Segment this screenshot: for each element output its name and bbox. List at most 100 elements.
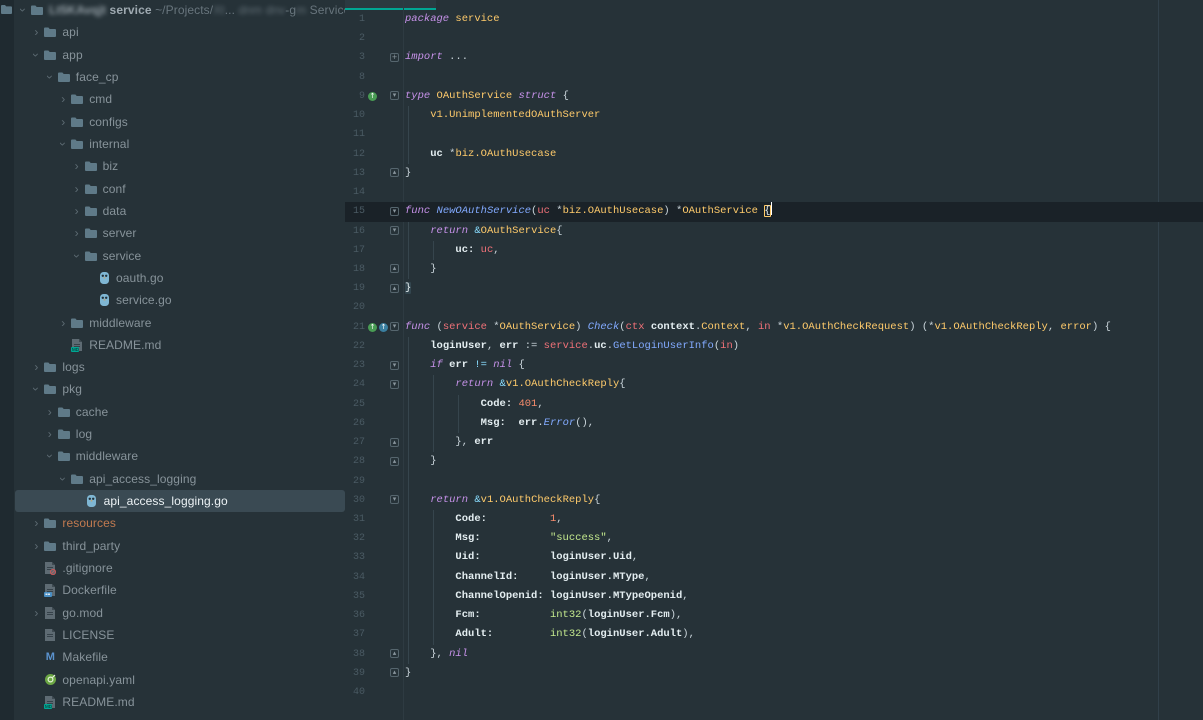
fold-marker-icon[interactable]: ▾ [390, 91, 399, 100]
line-number-39[interactable]: 39 [345, 664, 365, 683]
code-line-9[interactable]: 9↑▾type OAuthService struct { [345, 87, 1203, 106]
line-number-21[interactable]: 21 [345, 318, 365, 337]
line-number-26[interactable]: 26 [345, 414, 365, 433]
line-number-1[interactable]: 1 [345, 10, 365, 29]
sidebar-item-dockerfile[interactable]: ›Dockerfile [14, 579, 345, 601]
line-number-30[interactable]: 30 [345, 491, 365, 510]
line-number-28[interactable]: 28 [345, 452, 365, 471]
code-line-18[interactable]: 18▴ } [345, 260, 1203, 279]
fold-marker-icon[interactable]: ▴ [390, 168, 399, 177]
chevron-down-icon[interactable]: › [71, 250, 83, 262]
fold-marker-icon[interactable]: ▴ [390, 668, 399, 677]
fold-marker-icon[interactable]: ▴ [390, 649, 399, 658]
chevron-down-icon[interactable]: › [44, 71, 56, 83]
line-number-18[interactable]: 18 [345, 260, 365, 279]
code-line-10[interactable]: 10 v1.UnimplementedOAuthServer [345, 106, 1203, 125]
sidebar-item-face_cp[interactable]: ›face_cp [14, 66, 345, 88]
chevron-down-icon[interactable]: › [30, 49, 42, 61]
code-line-8[interactable]: 8 [345, 68, 1203, 87]
code-line-27[interactable]: 27▴ }, err [345, 433, 1203, 452]
line-number-14[interactable]: 14 [345, 183, 365, 202]
chevron-down-icon[interactable]: › [57, 138, 69, 150]
active-tab-indicator[interactable] [345, 0, 436, 10]
line-number-16[interactable]: 16 [345, 222, 365, 241]
line-number-19[interactable]: 19 [345, 279, 365, 298]
sidebar-item-biz[interactable]: ›biz [14, 155, 345, 177]
sidebar-item-internal[interactable]: ›internal [14, 133, 345, 155]
code-line-26[interactable]: 26 Msg: err.Error(), [345, 414, 1203, 433]
code-line-22[interactable]: 22 loginUser, err := service.uc.GetLogin… [345, 337, 1203, 356]
line-number-31[interactable]: 31 [345, 510, 365, 529]
line-number-24[interactable]: 24 [345, 375, 365, 394]
chevron-right-icon[interactable]: › [30, 607, 42, 619]
chevron-right-icon[interactable]: › [57, 93, 69, 105]
fold-marker-icon[interactable]: ▾ [390, 495, 399, 504]
sidebar-item-app[interactable]: ›app [14, 44, 345, 66]
code-line-1[interactable]: 1package service [345, 10, 1203, 29]
line-number-35[interactable]: 35 [345, 587, 365, 606]
code-line-25[interactable]: 25 Code: 401, [345, 395, 1203, 414]
code-line-30[interactable]: 30▾ return &v1.OAuthCheckReply{ [345, 491, 1203, 510]
chevron-right-icon[interactable]: › [71, 160, 83, 172]
overridden-marker-icon[interactable]: ↑ [379, 323, 388, 332]
sidebar-item-go.mod[interactable]: ›go.mod [14, 601, 345, 623]
code-line-20[interactable]: 20 [345, 298, 1203, 317]
line-number-3[interactable]: 3 [345, 48, 365, 67]
code-line-17[interactable]: 17 uc: uc, [345, 241, 1203, 260]
sidebar-item-server[interactable]: ›server [14, 222, 345, 244]
fold-marker-icon[interactable]: ▴ [390, 264, 399, 273]
code-line-24[interactable]: 24▾ return &v1.OAuthCheckReply{ [345, 375, 1203, 394]
code-line-32[interactable]: 32 Msg: "success", [345, 529, 1203, 548]
code-line-21[interactable]: 21↑↑▾func (service *OAuthService) Check(… [345, 318, 1203, 337]
fold-marker-icon[interactable]: ▾ [390, 226, 399, 235]
sidebar-item-cache[interactable]: ›cache [14, 401, 345, 423]
sidebar-item-project-root[interactable]: ›Lt5KAvqjt service ~/Projects/Xt... dnm … [14, 0, 345, 21]
chevron-right-icon[interactable]: › [30, 361, 42, 373]
project-view-icon[interactable] [1, 2, 13, 20]
line-number-17[interactable]: 17 [345, 241, 365, 260]
code-line-29[interactable]: 29 [345, 472, 1203, 491]
sidebar-item-conf[interactable]: ›conf [14, 178, 345, 200]
sidebar-item-cmd[interactable]: ›cmd [14, 88, 345, 110]
sidebar-item-license[interactable]: ›LICENSE [14, 624, 345, 646]
line-number-15[interactable]: 15 [345, 202, 365, 221]
code-line-35[interactable]: 35 ChannelOpenid: loginUser.MTypeOpenid, [345, 587, 1203, 606]
project-tree[interactable]: ›Lt5KAvqjt service ~/Projects/Xt... dnm … [14, 0, 345, 720]
chevron-right-icon[interactable]: › [30, 517, 42, 529]
chevron-right-icon[interactable]: › [30, 26, 42, 38]
line-number-25[interactable]: 25 [345, 395, 365, 414]
fold-marker-icon[interactable]: + [390, 53, 399, 62]
fold-marker-icon[interactable]: ▴ [390, 457, 399, 466]
line-number-22[interactable]: 22 [345, 337, 365, 356]
sidebar-item-service[interactable]: ›service [14, 244, 345, 266]
code-line-36[interactable]: 36 Fcm: int32(loginUser.Fcm), [345, 606, 1203, 625]
sidebar-item-service.go[interactable]: ›service.go [14, 289, 345, 311]
sidebar-item-api[interactable]: ›api [14, 21, 345, 43]
fold-marker-icon[interactable]: ▴ [390, 438, 399, 447]
implemented-marker-icon[interactable]: ↑ [368, 323, 377, 332]
sidebar-item-pkg[interactable]: ›pkg [14, 378, 345, 400]
code-line-13[interactable]: 13▴} [345, 164, 1203, 183]
line-number-9[interactable]: 9 [345, 87, 365, 106]
code-line-31[interactable]: 31 Code: 1, [345, 510, 1203, 529]
implemented-marker-icon[interactable]: ↑ [368, 92, 377, 101]
line-number-34[interactable]: 34 [345, 568, 365, 587]
chevron-right-icon[interactable]: › [30, 540, 42, 552]
line-number-38[interactable]: 38 [345, 645, 365, 664]
line-number-11[interactable]: 11 [345, 125, 365, 144]
line-number-40[interactable]: 40 [345, 683, 365, 702]
sidebar-item-middleware[interactable]: ›middleware [14, 445, 345, 467]
code-line-37[interactable]: 37 Adult: int32(loginUser.Adult), [345, 625, 1203, 644]
code-line-2[interactable]: 2 [345, 29, 1203, 48]
chevron-right-icon[interactable]: › [57, 317, 69, 329]
line-number-27[interactable]: 27 [345, 433, 365, 452]
chevron-down-icon[interactable]: › [17, 4, 29, 16]
line-number-8[interactable]: 8 [345, 68, 365, 87]
sidebar-item-oauth.go[interactable]: ›oauth.go [14, 267, 345, 289]
sidebar-item-third_party[interactable]: ›third_party [14, 535, 345, 557]
code-line-28[interactable]: 28▴ } [345, 452, 1203, 471]
sidebar-item-readme.md[interactable]: ›MDREADME.md [14, 334, 345, 356]
fold-marker-icon[interactable]: ▾ [390, 207, 399, 216]
chevron-right-icon[interactable]: › [57, 116, 69, 128]
code-line-15[interactable]: 15▾func NewOAuthService(uc *biz.OAuthUse… [345, 202, 1203, 221]
